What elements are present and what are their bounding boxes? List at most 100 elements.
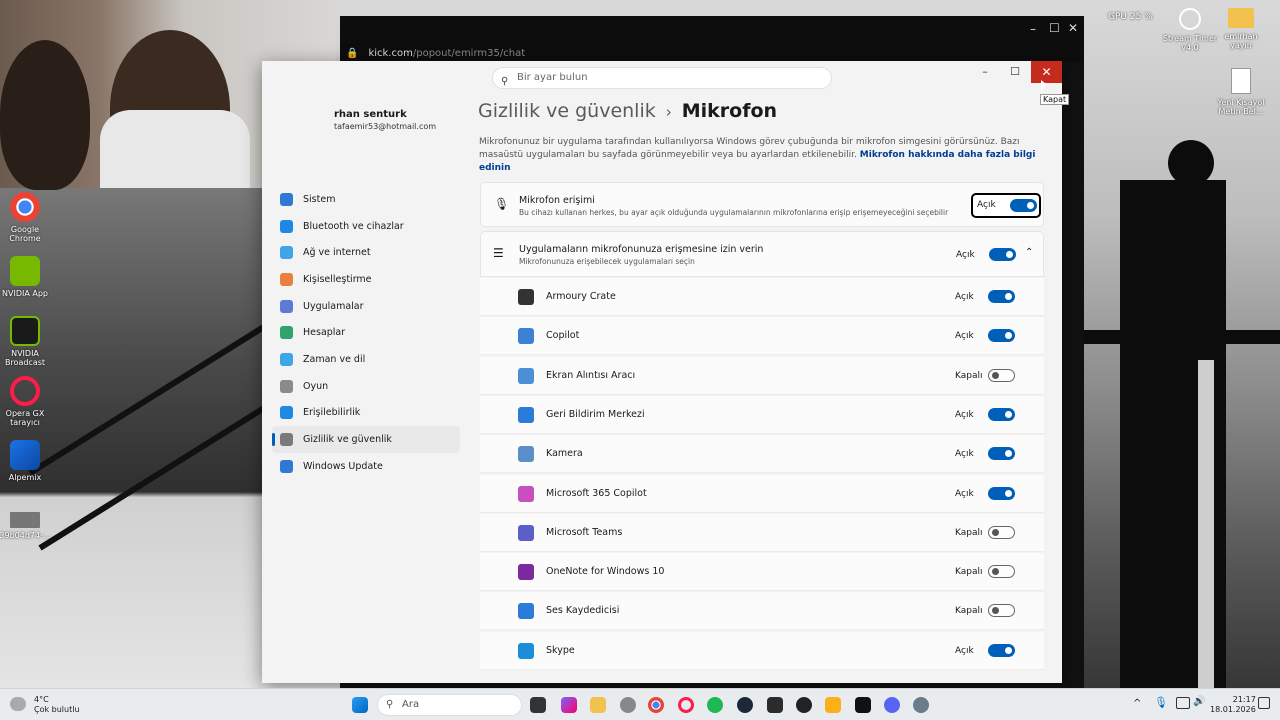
desktop-icon-text-file[interactable]: Yeni Kısayol Metin Bel... bbox=[1212, 68, 1270, 116]
sidebar-item-0[interactable]: Sistem bbox=[272, 186, 460, 213]
desktop-icon-opera-gx[interactable]: Opera GX tarayıcı bbox=[0, 376, 53, 427]
app-name: Copilot bbox=[546, 330, 580, 342]
browser-minimize-button[interactable]: – bbox=[1030, 22, 1036, 36]
app-row: Geri Bildirim Merkezi Açık bbox=[480, 395, 1044, 434]
sidebar-item-icon bbox=[280, 219, 293, 233]
sidebar-item-icon bbox=[280, 433, 293, 447]
sidebar-item-1[interactable]: Bluetooth ve cihazlar bbox=[272, 213, 460, 240]
desktop-icon-stream-timer[interactable]: Stream Timer v4.0 bbox=[1160, 8, 1220, 52]
mouse-cursor-icon bbox=[1041, 80, 1046, 92]
maximize-button[interactable]: ☐ bbox=[1000, 61, 1030, 83]
image-file-icon bbox=[10, 512, 40, 528]
app-toggle[interactable] bbox=[988, 643, 1015, 657]
sidebar-item-label: Uygulamalar bbox=[303, 300, 364, 312]
app-access-toggle[interactable] bbox=[989, 248, 1016, 261]
sidebar-item-label: Hesaplar bbox=[303, 327, 346, 339]
app-state: Açık bbox=[955, 488, 974, 499]
volume-icon[interactable]: 🔊 bbox=[1193, 696, 1205, 707]
app-row: Skype Açık bbox=[480, 631, 1044, 670]
settings-search-input[interactable]: ⚲ Bir ayar bulun bbox=[492, 67, 832, 89]
capcut-icon[interactable] bbox=[855, 697, 871, 713]
settings-app-icon[interactable] bbox=[913, 697, 929, 713]
app-name: Ses Kaydedicisi bbox=[546, 605, 620, 617]
opera-gx-icon[interactable] bbox=[678, 697, 694, 713]
app-toggle[interactable] bbox=[988, 407, 1015, 421]
discord-icon[interactable] bbox=[884, 697, 900, 713]
sidebar-item-3[interactable]: Kişiselleştirme bbox=[272, 266, 460, 293]
app-toggle[interactable] bbox=[988, 329, 1015, 343]
sidebar-item-7[interactable]: Oyun bbox=[272, 373, 460, 400]
browser-url[interactable]: 🔒 kick.com/popout/emirm35/chat bbox=[346, 48, 525, 59]
desktop-icon-nvidia-broadcast[interactable]: NVIDIA Broadcast bbox=[0, 316, 53, 367]
app-toggle[interactable] bbox=[988, 525, 1015, 539]
text-file-icon bbox=[1231, 68, 1251, 94]
sidebar-item-10[interactable]: Windows Update bbox=[272, 453, 460, 480]
desktop-icon-chrome[interactable]: Google Chrome bbox=[0, 192, 53, 243]
clock[interactable]: 21:17 18.01.2026 bbox=[1210, 695, 1256, 715]
mic-access-toggle-focus[interactable]: Açık bbox=[971, 193, 1041, 218]
desktop-icon-folder[interactable]: emirhan yayın bbox=[1214, 8, 1268, 50]
app-name: Geri Bildirim Merkezi bbox=[546, 408, 645, 420]
copilot-icon[interactable] bbox=[561, 697, 577, 713]
task-view-icon[interactable] bbox=[530, 697, 546, 713]
mic-access-title: Mikrofon erişimi bbox=[519, 195, 595, 206]
sidebar-item-label: Windows Update bbox=[303, 460, 383, 472]
app-row: Microsoft Teams Kapalı bbox=[480, 513, 1044, 552]
desktop-icon-nvidia-app[interactable]: NVIDIA App bbox=[0, 256, 53, 298]
app-toggle[interactable] bbox=[988, 565, 1015, 579]
app-icon bbox=[518, 367, 534, 384]
browser-maximize-button[interactable]: ☐ bbox=[1049, 21, 1060, 35]
app-name: Ekran Alıntısı Aracı bbox=[546, 369, 636, 381]
settings-gear-icon[interactable] bbox=[620, 697, 636, 713]
obs-icon[interactable] bbox=[796, 697, 812, 713]
sidebar-item-9[interactable]: Gizlilik ve güvenlik bbox=[272, 426, 460, 453]
desktop-icon-alpemix[interactable]: Alpemix bbox=[0, 440, 53, 482]
breadcrumb-separator: › bbox=[665, 103, 672, 121]
sidebar-item-4[interactable]: Uygulamalar bbox=[272, 293, 460, 320]
app-access-state: Açık bbox=[956, 250, 975, 260]
microphone-tray-icon[interactable]: 🎙 bbox=[1154, 696, 1168, 709]
sidebar-item-6[interactable]: Zaman ve dil bbox=[272, 346, 460, 373]
chrome-icon[interactable] bbox=[648, 697, 664, 713]
close-button[interactable]: ✕ bbox=[1031, 61, 1062, 83]
mic-access-card: 🎙 Mikrofon erişimi Bu cihazı kullanan he… bbox=[480, 182, 1044, 227]
alpemix-icon bbox=[10, 440, 40, 470]
browser-close-button[interactable]: ✕ bbox=[1068, 21, 1078, 35]
app-icon bbox=[518, 564, 534, 581]
minimize-button[interactable]: – bbox=[970, 61, 1000, 83]
weather-widget[interactable]: 4°C Çok bulutlu bbox=[34, 695, 80, 715]
network-icon[interactable] bbox=[1176, 697, 1190, 709]
mic-access-toggle[interactable] bbox=[1010, 199, 1037, 212]
desktop-icon-image-file[interactable]: 39b04d74-... bbox=[0, 512, 53, 540]
app-toggle[interactable] bbox=[988, 447, 1015, 461]
breadcrumb-parent[interactable]: Gizlilik ve güvenlik bbox=[478, 100, 656, 122]
app-toggle[interactable] bbox=[988, 486, 1015, 500]
steam-icon[interactable] bbox=[737, 697, 753, 713]
app-row: Copilot Açık bbox=[480, 317, 1044, 356]
app-name: Kamera bbox=[546, 448, 583, 460]
chevron-up-icon[interactable]: ^ bbox=[1133, 698, 1141, 709]
app-icon bbox=[518, 603, 534, 620]
sidebar-item-icon bbox=[280, 272, 293, 286]
sidebar-item-8[interactable]: Erişilebilirlik bbox=[272, 400, 460, 427]
app-icon[interactable] bbox=[767, 697, 783, 713]
file-explorer-icon[interactable] bbox=[590, 697, 606, 713]
chevron-up-icon[interactable]: ⌃ bbox=[1025, 247, 1033, 258]
app-state: Kapalı bbox=[955, 527, 983, 538]
taskbar-search-input[interactable]: ⚲ Ara bbox=[377, 694, 522, 716]
app-toggle[interactable] bbox=[988, 290, 1015, 303]
list-icon: ☰ bbox=[493, 246, 504, 260]
rockstar-icon[interactable] bbox=[825, 697, 841, 713]
app-state: Açık bbox=[955, 409, 974, 420]
sidebar-item-5[interactable]: Hesaplar bbox=[272, 319, 460, 346]
app-row: Kamera Açık bbox=[480, 435, 1044, 474]
opera-gx-icon bbox=[10, 376, 40, 406]
app-name: Armoury Crate bbox=[546, 291, 616, 302]
app-toggle[interactable] bbox=[988, 604, 1015, 618]
sidebar-item-2[interactable]: Ağ ve internet bbox=[272, 239, 460, 266]
spotify-icon[interactable] bbox=[707, 697, 723, 713]
notification-icon[interactable] bbox=[1258, 697, 1270, 709]
nvidia-broadcast-icon bbox=[10, 316, 40, 346]
app-toggle[interactable] bbox=[988, 368, 1015, 382]
start-icon[interactable] bbox=[352, 697, 368, 713]
